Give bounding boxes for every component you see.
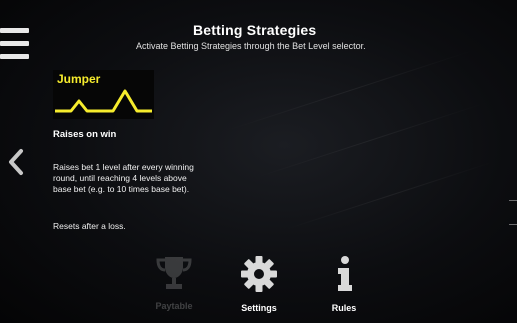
edge-marker <box>509 224 517 225</box>
menu-button[interactable] <box>0 28 30 62</box>
strategy-card-jumper: Jumper <box>53 70 154 119</box>
chevron-left-icon <box>9 149 23 175</box>
trophy-icon <box>156 257 192 289</box>
strategy-card-label: Jumper <box>57 72 101 86</box>
nav-rules[interactable]: Rules <box>314 255 374 313</box>
nav-settings-label: Settings <box>241 303 277 313</box>
gear-icon <box>241 256 277 292</box>
strategy-description: Raises bet 1 level after every winning r… <box>53 162 194 194</box>
page-subtitle: Activate Betting Strategies through the … <box>136 41 366 51</box>
info-icon <box>338 256 352 291</box>
nav-paytable-label: Paytable <box>155 301 193 311</box>
edge-marker <box>509 200 517 201</box>
menu-icon <box>0 28 29 33</box>
back-button[interactable] <box>6 148 26 176</box>
nav-settings[interactable]: Settings <box>229 255 289 313</box>
nav-rules-label: Rules <box>331 303 357 313</box>
strategy-name: Raises on win <box>53 129 117 140</box>
nav-paytable[interactable]: Paytable <box>144 255 204 311</box>
page-title: Betting Strategies <box>193 22 317 38</box>
strategy-reset-note: Resets after a loss. <box>53 221 126 231</box>
